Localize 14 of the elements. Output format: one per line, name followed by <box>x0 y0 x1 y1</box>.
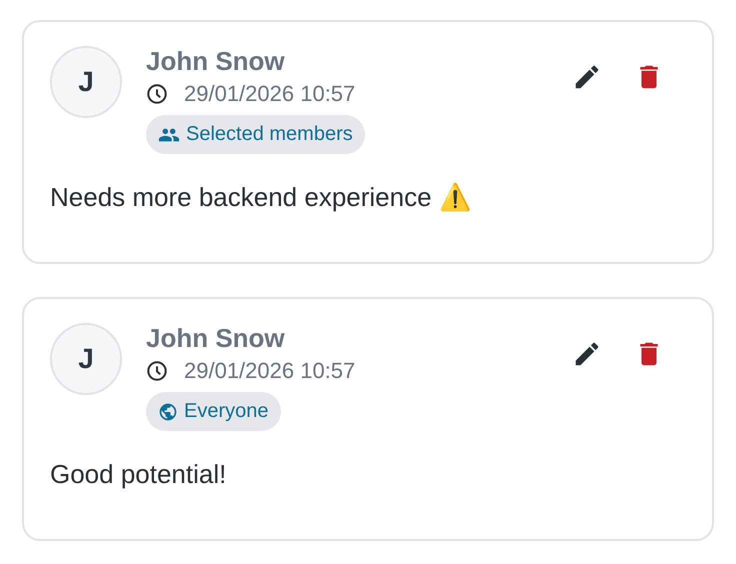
comment-text: Needs more backend experience ⚠ <box>50 181 472 214</box>
avatar: J <box>50 46 122 118</box>
group-icon <box>158 126 180 142</box>
audience-tag: Selected members <box>146 115 365 154</box>
author-name: John Snow <box>146 46 286 76</box>
audience-tag: Everyone <box>146 392 280 431</box>
clock-icon <box>146 360 168 382</box>
timestamp: 29/01/2026 10:57 <box>184 357 356 385</box>
clock-icon <box>146 83 168 105</box>
author-name: John Snow <box>146 323 286 353</box>
avatar: J <box>50 323 122 395</box>
timestamp: 29/01/2026 10:57 <box>184 80 356 108</box>
globe-icon <box>158 402 178 422</box>
comment-text: Good potential! <box>50 458 228 491</box>
